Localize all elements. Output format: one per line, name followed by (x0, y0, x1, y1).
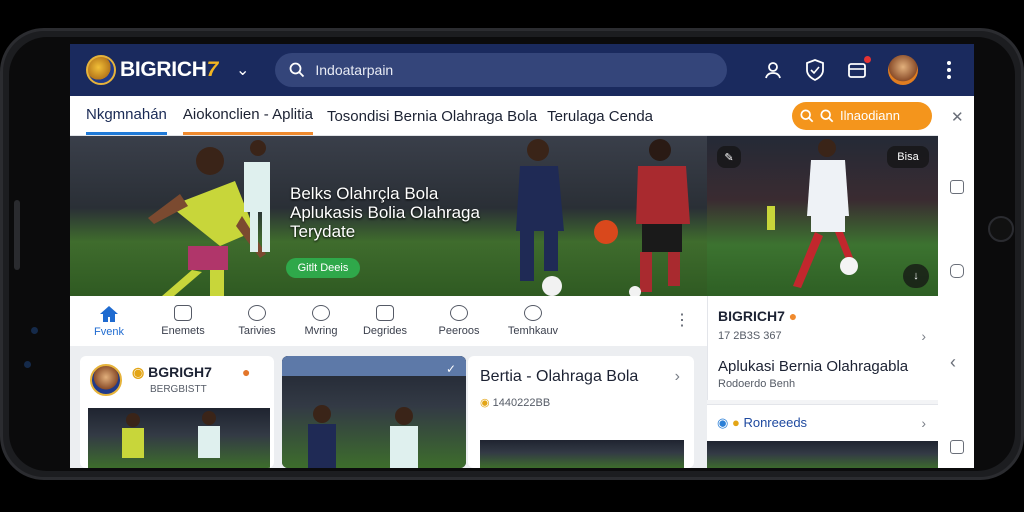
chat-icon (376, 305, 394, 321)
shield-icon[interactable] (804, 59, 826, 81)
window-icon[interactable] (950, 264, 964, 278)
chevron-right-icon[interactable]: › (675, 368, 680, 386)
chevron-down-icon[interactable]: ⌄ (236, 60, 249, 80)
square-icon[interactable] (950, 440, 964, 454)
brand-badge-icon (86, 55, 116, 85)
tab-app[interactable]: Aiokonclien - Aplitia (182, 96, 313, 135)
search-icon (820, 108, 834, 122)
brand-logo[interactable]: BIGRICH7 (86, 55, 218, 85)
feed-card-profile[interactable]: ◉ BGRIGH7 ● BERGBISTT (80, 356, 274, 468)
hero-headline: Belks Olahrçla Bola Aplukasis Bolia Olah… (290, 184, 480, 241)
back-icon[interactable]: ‹ (950, 352, 956, 373)
more-vertical-icon[interactable] (938, 59, 960, 81)
action-button[interactable]: Ilnaodiann (792, 101, 932, 130)
info-card-title: BIGRICH7 ● (718, 308, 798, 324)
tab-bar: Nkgmnahán Aiokonclien - Aplitia Tosondis… (70, 96, 938, 136)
menu-icon[interactable]: ✎ (717, 146, 741, 168)
nav-home[interactable]: Fvenk (72, 305, 146, 338)
feed-card-meta: ◉ 1440222BB (480, 397, 551, 409)
wallet-icon[interactable] (846, 56, 871, 81)
ticket-icon (312, 305, 330, 321)
front-camera (988, 216, 1014, 242)
volume-button (14, 200, 20, 270)
category-nav: Fvenk Enemets Tarivies Mvring Degrides P… (70, 296, 707, 346)
feed-card-title: Bertia - Olahraga Bola (480, 368, 639, 385)
feed-card-image-post[interactable]: ✓ (282, 356, 466, 468)
nav-mvring[interactable]: Mvring (294, 305, 348, 337)
search-input[interactable]: Indoatarpain (315, 62, 393, 78)
search-icon (800, 108, 814, 122)
feed-card-sub: BERGBISTT (150, 384, 207, 395)
avatar[interactable] (888, 55, 918, 85)
feed: ◉ BGRIGH7 ● BERGBISTT ✓ Bertia - Olahrag… (70, 346, 707, 468)
search-bar[interactable]: Indoatarpain (275, 53, 728, 87)
sensor-dot (24, 361, 31, 368)
nav-peeroos[interactable]: Peeroos (422, 305, 496, 337)
verified-icon: ● (242, 364, 251, 380)
close-icon[interactable]: ✕ (951, 108, 964, 126)
action-button-label: Ilnaodiann (840, 108, 900, 123)
feed-card-image (88, 408, 270, 468)
feed-card-name: ◉ BGRIGH7 (132, 364, 212, 380)
nav-events[interactable]: Enemets (146, 305, 220, 337)
side-list-label: ◉ ● Ronreeeds (717, 415, 808, 430)
info-card-body-sub: Rodoerdo Benh (718, 378, 796, 390)
nav-degrides[interactable]: Degrides (348, 305, 422, 337)
tab-home[interactable]: Nkgmnahán (86, 96, 167, 135)
more-vertical-icon[interactable]: ⋮ (674, 310, 690, 330)
user-icon[interactable] (762, 59, 784, 81)
hero-cta-button[interactable]: Gitlt Deeis (286, 258, 360, 278)
trophy-icon (450, 305, 468, 321)
nav-tarivies[interactable]: Tarivies (220, 305, 294, 337)
side-list-card[interactable]: ◉ ● Ronreeeds › (707, 404, 938, 468)
nav-temhkauv[interactable]: Temhkauv (496, 305, 570, 337)
app-screen: BIGRICH7 ⌄ Indoatarpain Nkgmnahán Aiokon… (70, 44, 974, 468)
sensor-dot (31, 327, 38, 334)
info-card-sub: 17 2B3S 367 (718, 330, 782, 342)
side-list-image (707, 441, 938, 468)
side-rail: ✕ ‹ (938, 96, 974, 468)
tab-sports[interactable]: Tosondisi Bernia Olahraga Bola (327, 98, 537, 134)
chevron-right-icon[interactable]: › (921, 328, 926, 344)
hero-side-banner[interactable]: ✎ Bisa ↓ (707, 136, 938, 296)
download-icon[interactable]: ↓ (903, 264, 929, 288)
calendar-icon (174, 305, 192, 321)
square-icon[interactable] (950, 180, 964, 194)
home-icon (100, 305, 118, 322)
app-info-card[interactable]: BIGRICH7 ● 17 2B3S 367 › Aplukasi Bernia… (707, 296, 938, 400)
bookmark-icon[interactable]: ✓ (446, 362, 456, 376)
tab-schedule[interactable]: Terulaga Cenda (547, 98, 653, 134)
feed-card-image (282, 356, 466, 468)
brand-name: BIGRICH7 (120, 58, 218, 81)
notification-dot (864, 56, 871, 63)
top-bar: BIGRICH7 ⌄ Indoatarpain (70, 44, 974, 96)
hero-side-chip[interactable]: Bisa (887, 146, 929, 168)
chevron-right-icon[interactable]: › (921, 415, 926, 431)
feed-card-image (480, 440, 684, 468)
info-icon (524, 305, 542, 321)
user-circle-icon (248, 305, 266, 321)
search-icon (289, 62, 305, 78)
avatar (90, 364, 122, 396)
hero-banner[interactable]: Belks Olahrçla Bola Aplukasis Bolia Olah… (70, 136, 707, 296)
feed-card-article[interactable]: Bertia - Olahraga Bola › ◉ 1440222BB (468, 356, 694, 468)
info-card-body-title: Aplukasi Bernia Olahragabla (718, 358, 909, 375)
